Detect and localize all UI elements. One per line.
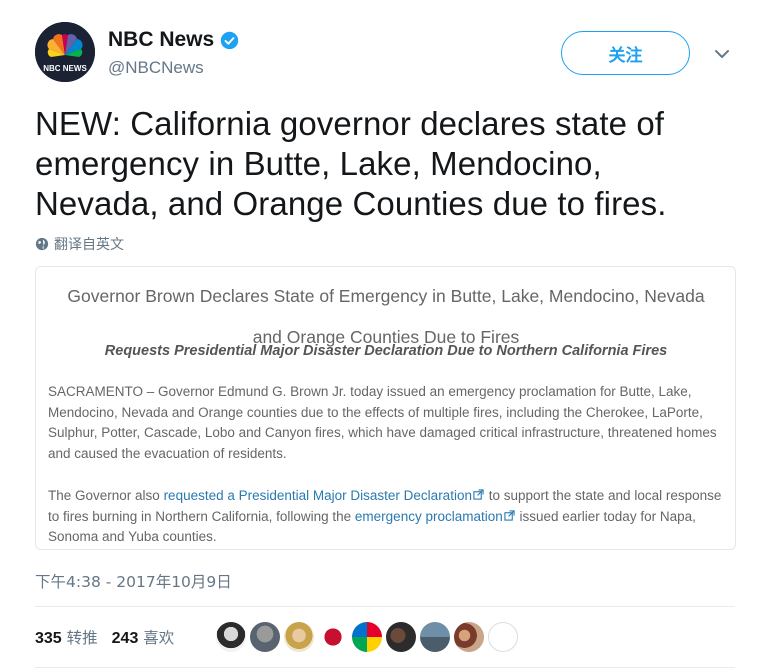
nbc-peacock-icon: NBC NEWS	[35, 22, 95, 82]
external-link-icon	[473, 489, 484, 500]
translate-label[interactable]: 翻译自英文	[54, 234, 124, 254]
liker-avatars	[216, 622, 518, 652]
follow-button[interactable]: 关注	[561, 31, 690, 75]
account-name[interactable]: NBC News	[108, 28, 214, 52]
avatar[interactable]: NBC NEWS	[35, 22, 95, 82]
globe-icon	[35, 237, 49, 251]
retweets-stat[interactable]: 335 转推	[35, 626, 98, 648]
retweets-label: 转推	[66, 629, 98, 647]
external-link-icon	[504, 510, 515, 521]
translate-link[interactable]: 翻译自英文	[35, 234, 124, 254]
card-subtitle: Requests Presidential Major Disaster Dec…	[104, 343, 668, 359]
disaster-declaration-link: requested a Presidential Major Disaster …	[163, 488, 472, 503]
liker-avatar[interactable]	[216, 622, 246, 652]
emergency-proclamation-link: emergency proclamation	[354, 508, 503, 524]
liker-avatar[interactable]	[250, 622, 280, 652]
liker-avatar[interactable]	[318, 622, 348, 652]
likes-label: 喜欢	[143, 629, 175, 647]
tweet-text-line: NEW: California governor declares state …	[35, 105, 665, 142]
account-handle[interactable]: @NBCNews	[108, 58, 204, 78]
divider	[35, 606, 735, 607]
card-title-line: Governor Brown Declares State of Emergen…	[67, 286, 705, 306]
card-paragraph-2: The Governor also requested a Presidenti…	[48, 486, 728, 548]
card-paragraph-1: SACRAMENTO – Governor Edmund G. Brown Jr…	[48, 384, 717, 462]
avatar-text: NBC NEWS	[43, 64, 87, 73]
account-name-row[interactable]: NBC News	[108, 28, 239, 52]
card-text: The Governor also	[48, 488, 164, 503]
liker-avatar[interactable]	[420, 622, 450, 652]
liker-avatar[interactable]	[488, 622, 518, 652]
likes-count: 243	[111, 630, 139, 647]
tweet-media-card[interactable]: Governor Brown Declares State of Emergen…	[35, 266, 736, 550]
retweets-count: 335	[35, 630, 62, 647]
tweet-text: NEW: California governor declares state …	[35, 104, 735, 224]
divider	[35, 667, 735, 668]
liker-avatar[interactable]	[454, 622, 484, 652]
chevron-down-icon[interactable]	[712, 44, 732, 64]
liker-avatar[interactable]	[352, 622, 382, 652]
likes-stat[interactable]: 243 喜欢	[112, 626, 175, 648]
verified-badge-icon	[220, 31, 239, 49]
liker-avatar[interactable]	[386, 622, 416, 652]
tweet-text-line: Nevada, and Orange Counties due to fires…	[35, 185, 667, 222]
liker-avatar[interactable]	[284, 622, 314, 652]
tweet-text-line: emergency in Butte, Lake, Mendocino,	[35, 145, 602, 182]
tweet-stats: 335 转推 243 喜欢	[35, 626, 174, 648]
tweet-timestamp[interactable]: 下午4:38 - 2017年10月9日	[35, 570, 232, 592]
